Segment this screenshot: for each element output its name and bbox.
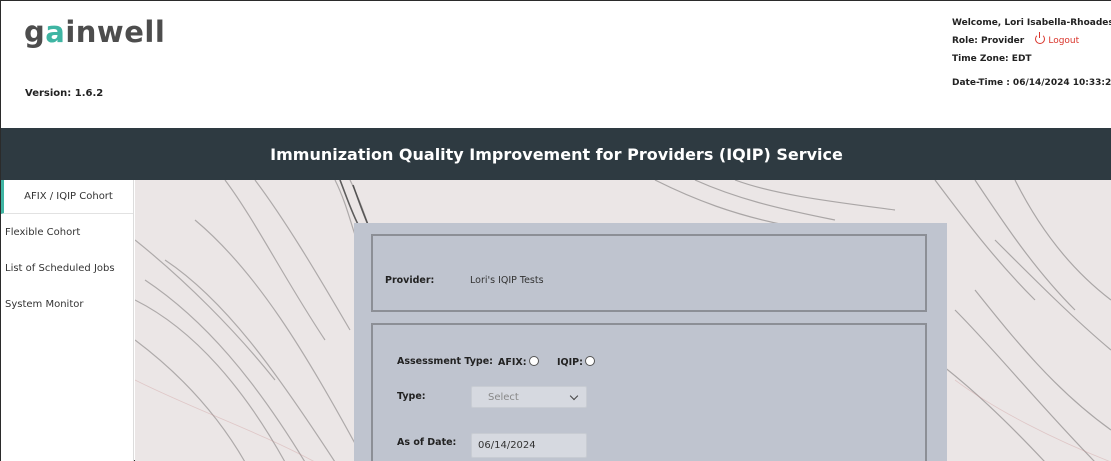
logout-link[interactable]: Logout — [1035, 31, 1079, 46]
role-text: Role: Provider — [952, 36, 1025, 46]
sidebar-item-system-monitor[interactable]: System Monitor — [1, 286, 133, 322]
iqip-option[interactable]: IQIP: — [557, 356, 595, 368]
sidebar: AFIX / IQIP Cohort Flexible Cohort List … — [1, 180, 134, 461]
gainwell-logo: gainwell — [24, 15, 166, 49]
page-title: Immunization Quality Improvement for Pro… — [1, 128, 1111, 180]
version-label: Version: 1.6.2 — [25, 88, 104, 99]
chevron-down-icon — [569, 391, 579, 401]
welcome-text: Welcome, Lori Isabella-Rhoades ! — [952, 18, 1111, 28]
sidebar-item-flexible-cohort[interactable]: Flexible Cohort — [1, 214, 133, 250]
app-window: gainwell Version: 1.6.2 Welcome, Lori Is… — [0, 0, 1111, 461]
type-label: Type: — [397, 391, 426, 402]
header: gainwell Version: 1.6.2 Welcome, Lori Is… — [1, 1, 1111, 128]
afix-radio[interactable] — [528, 356, 539, 366]
as-of-date-input[interactable]: 06/14/2024 — [471, 433, 587, 458]
provider-value: Lori's IQIP Tests — [470, 275, 544, 286]
datetime-text: Date-Time : 06/14/2024 10:33:2 — [952, 78, 1111, 88]
provider-label: Provider: — [385, 275, 435, 286]
power-icon — [1035, 31, 1046, 44]
as-of-date-label: As of Date: — [397, 437, 457, 448]
provider-panel — [371, 234, 927, 312]
sidebar-item-scheduled-jobs[interactable]: List of Scheduled Jobs — [1, 250, 133, 286]
iqip-radio[interactable] — [584, 356, 595, 366]
assessment-type-label: Assessment Type: — [397, 356, 493, 367]
user-info: Welcome, Lori Isabella-Rhoades ! Role: P… — [952, 14, 1111, 92]
type-select[interactable]: Select — [471, 386, 587, 408]
timezone-text: Time Zone: EDT — [952, 54, 1032, 64]
afix-option[interactable]: AFIX: — [498, 356, 539, 368]
sidebar-item-afix-iqip-cohort[interactable]: AFIX / IQIP Cohort — [1, 180, 133, 214]
